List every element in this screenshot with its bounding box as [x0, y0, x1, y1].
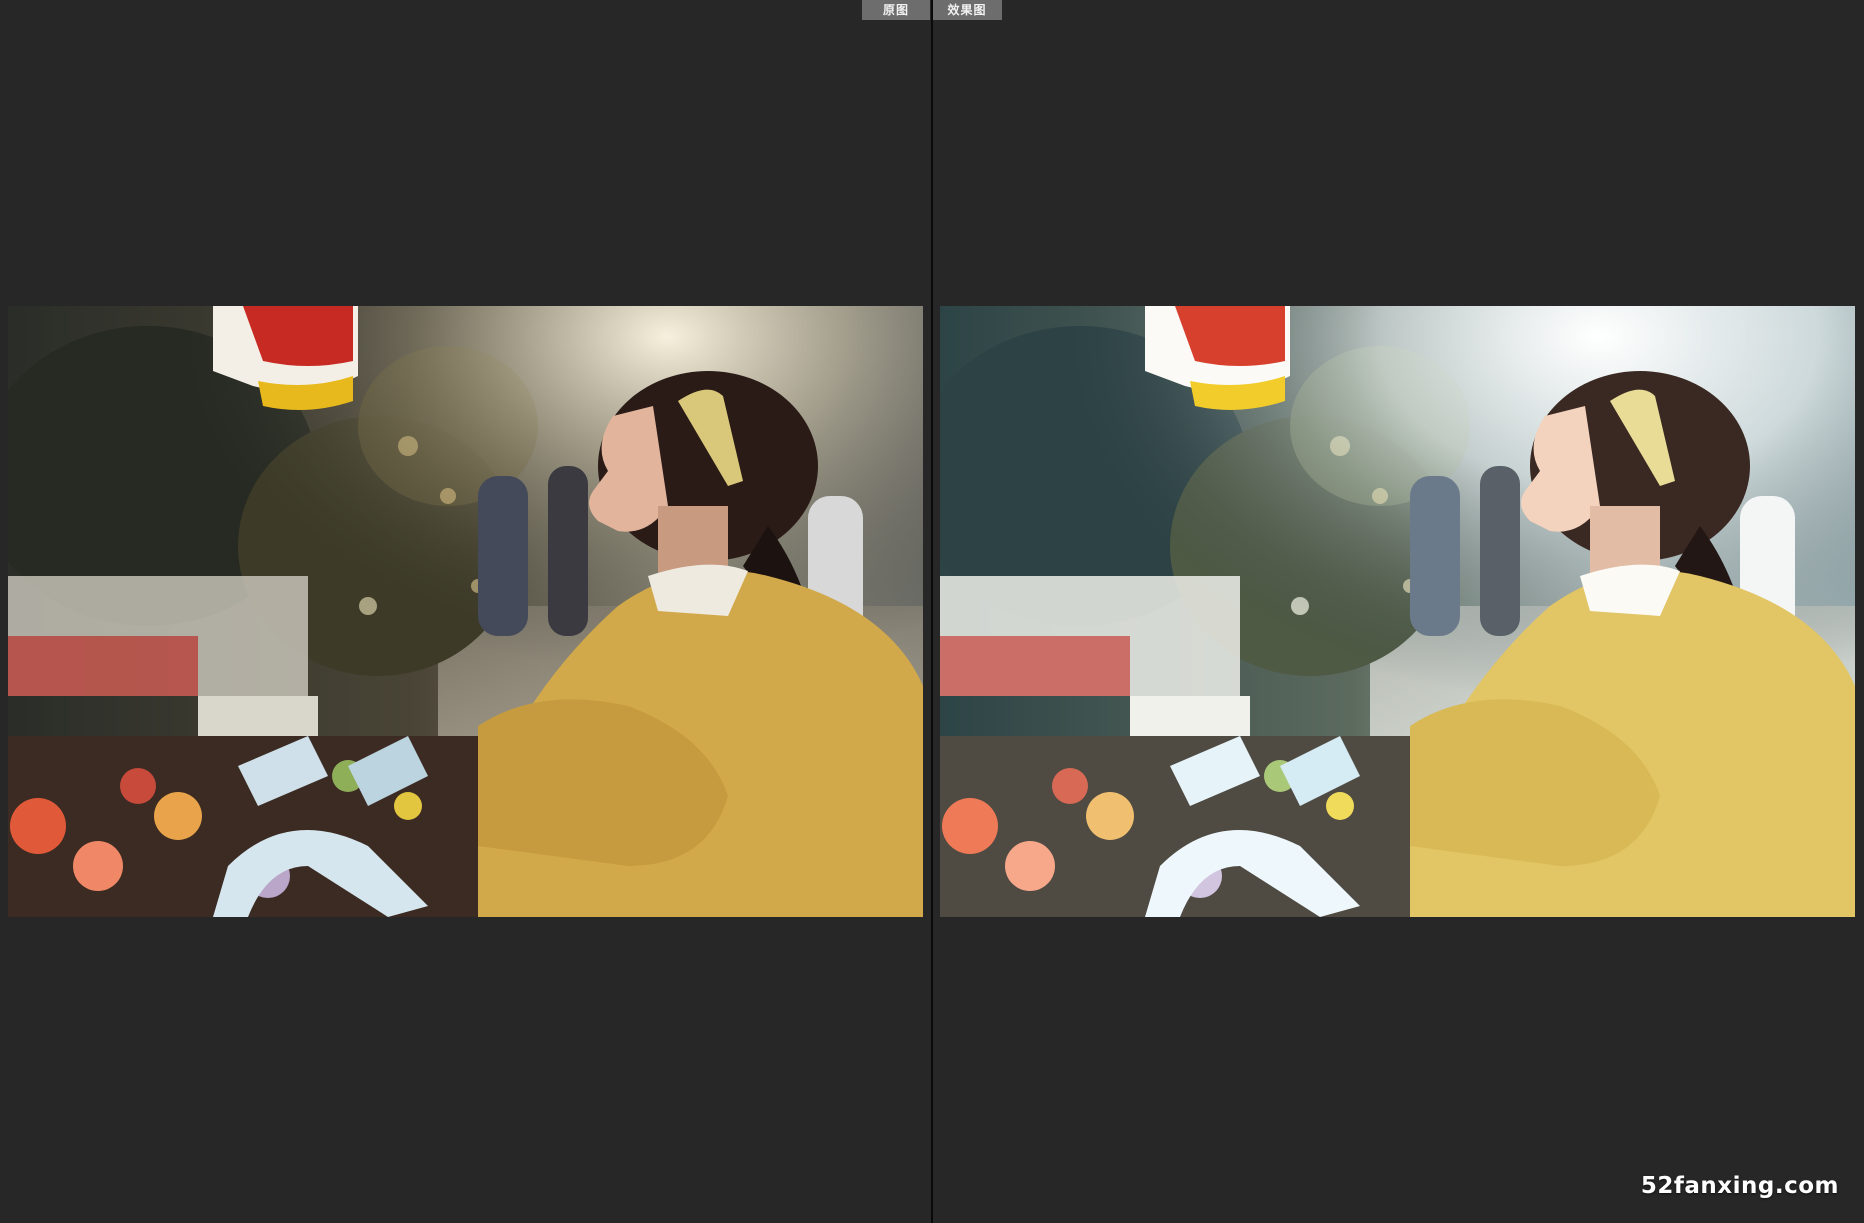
split-divider[interactable]: [931, 0, 933, 1223]
original-photo-image: [8, 306, 923, 917]
edited-photo: [940, 306, 1855, 917]
tab-original[interactable]: 原图: [862, 0, 930, 20]
tab-effect[interactable]: 效果图: [932, 0, 1002, 20]
before-after-viewer: 原图 效果图 52fanxing.com: [0, 0, 1864, 1223]
edited-photo-image: [940, 306, 1855, 917]
original-photo: [8, 306, 923, 917]
site-watermark: 52fanxing.com: [1640, 1173, 1839, 1199]
